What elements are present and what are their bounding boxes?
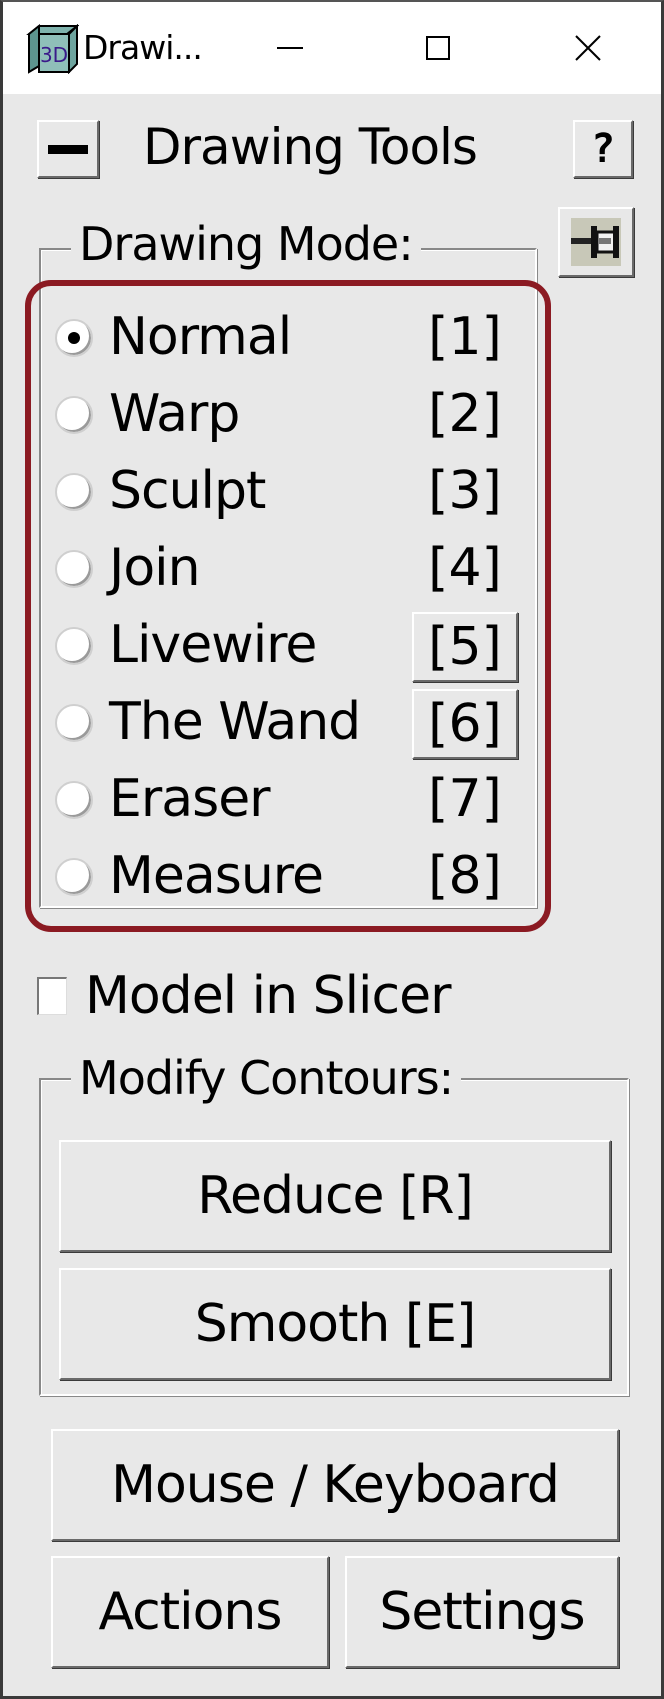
minimize-icon xyxy=(277,47,303,49)
mode-shortcut: [4] xyxy=(428,538,502,598)
mode-label: Livewire xyxy=(109,615,317,675)
pin-button[interactable] xyxy=(558,207,634,277)
radio-measure[interactable] xyxy=(55,858,93,896)
model-in-slicer-label: Model in Slicer xyxy=(85,966,451,1026)
collapse-button[interactable] xyxy=(37,120,99,178)
radio-eraser[interactable] xyxy=(55,781,93,819)
maximize-button[interactable] xyxy=(403,18,473,78)
mode-label: Normal xyxy=(109,307,292,367)
mode-the-wand[interactable]: The Wand [6] xyxy=(47,683,537,760)
actions-button[interactable]: Actions xyxy=(51,1556,329,1668)
mode-normal[interactable]: Normal [1] xyxy=(47,298,537,375)
minus-icon xyxy=(48,144,88,154)
panel-title: Drawing Tools xyxy=(143,118,478,176)
mode-label: Warp xyxy=(109,384,240,444)
mode-measure[interactable]: Measure [8] xyxy=(47,837,537,914)
mode-label: Eraser xyxy=(109,769,271,829)
smooth-button[interactable]: Smooth [E] xyxy=(59,1268,611,1380)
radio-join[interactable] xyxy=(55,550,93,588)
mode-eraser[interactable]: Eraser [7] xyxy=(47,760,537,837)
minimize-button[interactable] xyxy=(255,18,325,78)
mouse-keyboard-button[interactable]: Mouse / Keyboard xyxy=(51,1429,619,1541)
maximize-icon xyxy=(426,36,450,60)
model-in-slicer-checkbox[interactable] xyxy=(37,977,67,1015)
mode-warp[interactable]: Warp [2] xyxy=(47,375,537,452)
mode-join[interactable]: Join [4] xyxy=(47,529,537,606)
radio-the-wand[interactable] xyxy=(55,704,93,742)
mode-label: The Wand xyxy=(109,692,361,752)
drawing-mode-legend: Drawing Mode: xyxy=(71,216,421,272)
title-bar[interactable]: 3D Drawi... xyxy=(3,2,661,94)
radio-warp[interactable] xyxy=(55,396,93,434)
reduce-button[interactable]: Reduce [R] xyxy=(59,1140,611,1252)
wand-options-button[interactable]: [6] xyxy=(412,689,518,759)
mode-shortcut: [7] xyxy=(428,769,502,829)
close-icon xyxy=(575,35,601,61)
mode-shortcut: [8] xyxy=(428,846,502,906)
settings-button[interactable]: Settings xyxy=(345,1556,619,1668)
mode-label: Join xyxy=(109,538,201,598)
mode-label: Measure xyxy=(109,846,324,906)
help-icon: ? xyxy=(590,126,616,172)
drawing-mode-list: Normal [1] Warp [2] Sculpt [3] Join [4] … xyxy=(47,298,537,914)
3d-cube-icon: 3D xyxy=(26,24,79,74)
radio-sculpt[interactable] xyxy=(55,473,93,511)
svg-text:3D: 3D xyxy=(40,43,68,67)
radio-normal[interactable] xyxy=(55,319,93,357)
model-in-slicer-row[interactable]: Model in Slicer xyxy=(37,964,451,1028)
close-button[interactable] xyxy=(553,18,623,78)
mode-shortcut: [1] xyxy=(428,307,502,367)
pushpin-icon xyxy=(571,218,621,266)
mode-label: Sculpt xyxy=(109,461,266,521)
help-button[interactable]: ? xyxy=(573,120,633,178)
window-title: Drawi... xyxy=(83,28,203,67)
modify-contours-legend: Modify Contours: xyxy=(71,1050,462,1106)
livewire-options-button[interactable]: [5] xyxy=(412,612,518,682)
mode-livewire[interactable]: Livewire [5] xyxy=(47,606,537,683)
radio-livewire[interactable] xyxy=(55,627,93,665)
mode-sculpt[interactable]: Sculpt [3] xyxy=(47,452,537,529)
drawing-tools-window: 3D Drawi... Drawing Tools ? Drawing Mode… xyxy=(0,0,664,1699)
mode-shortcut: [3] xyxy=(428,461,502,521)
mode-shortcut: [2] xyxy=(428,384,502,444)
